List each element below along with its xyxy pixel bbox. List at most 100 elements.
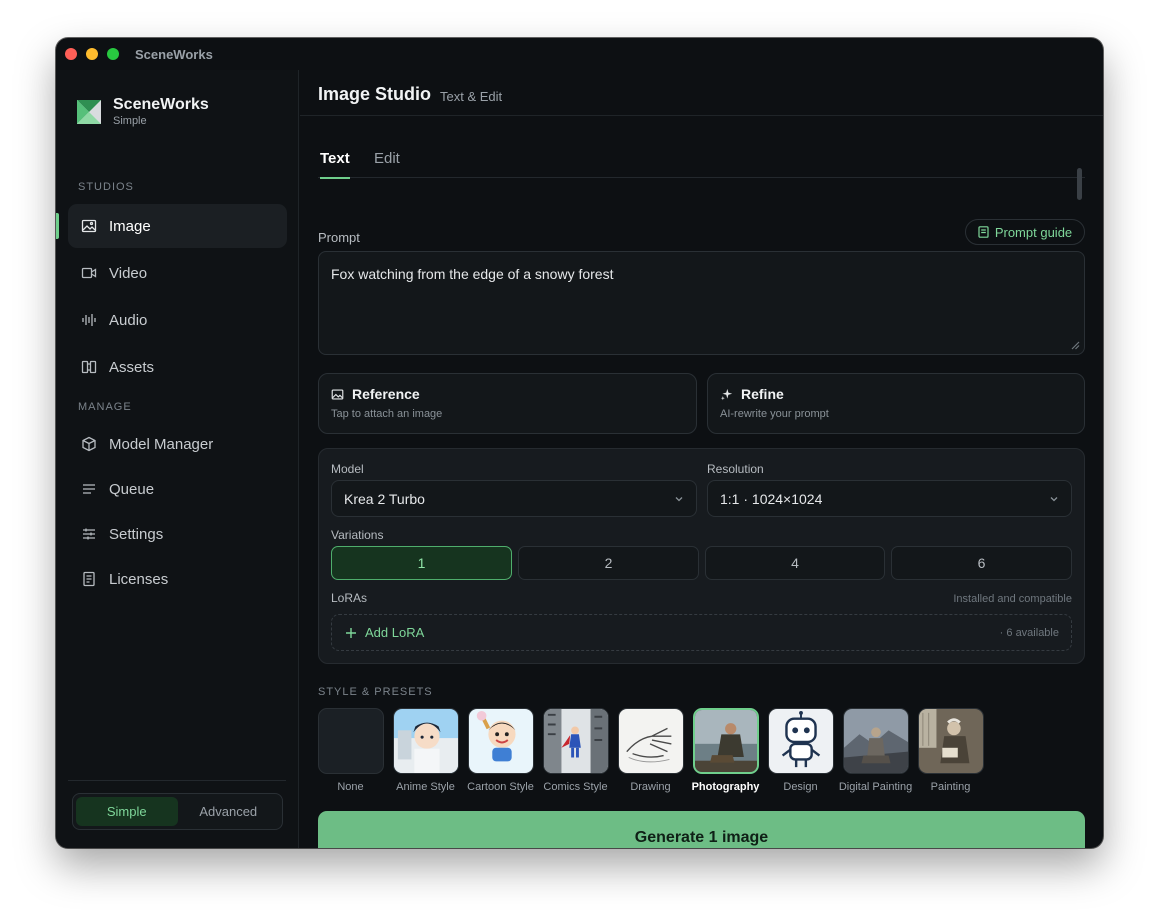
advanced-mode-button[interactable]: Advanced (178, 797, 280, 826)
page-header: Image Studio Text & Edit (300, 70, 1103, 116)
variations-label: Variations (331, 528, 384, 542)
page-title: Image Studio (318, 84, 432, 104)
preset-thumbnail (317, 708, 384, 774)
assets-icon (81, 359, 97, 375)
scrollbar[interactable] (1077, 168, 1082, 200)
preset-design[interactable]: Design (763, 708, 838, 793)
prompt-guide-button[interactable]: Prompt guide (965, 219, 1085, 245)
preset-painting[interactable]: Painting (913, 708, 988, 793)
refine-card[interactable]: Refine AI-rewrite your prompt (707, 373, 1085, 434)
audio-icon (81, 312, 97, 328)
preset-photography[interactable]: Photography (688, 708, 763, 793)
prompt-guide-label: Prompt guide (994, 224, 1073, 240)
sparkle-icon (720, 388, 733, 400)
preset-thumbnail (617, 708, 684, 774)
preset-cartoon-style[interactable]: Cartoon Style (463, 708, 538, 793)
app-window: SceneWorks SceneWorks Simple STUDIOS Ima… (56, 38, 1103, 848)
sidebar-item-label: Queue (109, 480, 155, 498)
zoom-window-button[interactable] (107, 48, 119, 60)
variations-option-1[interactable]: 1 (331, 546, 512, 580)
main-content: Image Studio Text & Edit Text Edit Promp… (300, 70, 1103, 848)
preset-label: None (337, 781, 364, 793)
active-indicator (56, 213, 59, 239)
cube-icon (81, 436, 97, 452)
loras-available-count: · 6 available (999, 627, 1059, 639)
tab-edit[interactable]: Edit (374, 150, 400, 177)
sidebar-item-video[interactable]: Video (68, 251, 287, 295)
sidebar-item-label: Settings (109, 525, 164, 543)
sidebar-item-queue[interactable]: Queue (68, 467, 287, 511)
prompt-label: Prompt (318, 230, 360, 245)
reference-subtitle: Tap to attach an image (331, 408, 443, 420)
sidebar-divider (68, 780, 286, 781)
preset-digital-painting[interactable]: Digital Painting (838, 708, 913, 793)
preset-label: Comics Style (543, 781, 608, 793)
variations-option-6[interactable]: 6 (891, 546, 1072, 580)
loras-hint: Installed and compatible (953, 593, 1072, 605)
prompt-input[interactable]: Fox watching from the edge of a snowy fo… (318, 251, 1085, 355)
preset-thumbnail (917, 708, 984, 774)
window-title: SceneWorks (135, 46, 213, 62)
reference-title: Reference (352, 386, 420, 402)
sidebar-item-settings[interactable]: Settings (68, 512, 287, 556)
loras-label: LoRAs (331, 591, 368, 605)
preset-thumbnail (767, 708, 834, 774)
preset-drawing[interactable]: Drawing (613, 708, 688, 793)
simple-mode-button[interactable]: Simple (76, 797, 178, 826)
plus-icon (346, 627, 356, 638)
sidebar-item-label: Audio (109, 311, 148, 329)
preset-none[interactable]: None (313, 708, 388, 793)
sidebar-item-audio[interactable]: Audio (68, 298, 287, 342)
tab-text[interactable]: Text (320, 150, 350, 179)
book-icon (978, 226, 989, 238)
preset-comics-style[interactable]: Comics Style (538, 708, 613, 793)
sidebar-item-licenses[interactable]: Licenses (68, 557, 287, 601)
sidebar-item-image[interactable]: Image (68, 204, 287, 248)
preset-label: Anime Style (396, 781, 455, 793)
preset-thumbnail (392, 708, 459, 774)
image-icon (81, 218, 97, 234)
resolution-value: 1:1 · 1024×1024 (720, 490, 823, 507)
studios-section-label: STUDIOS (78, 181, 134, 193)
resolution-select[interactable]: 1:1 · 1024×1024 (707, 480, 1072, 517)
chevron-down-icon (675, 497, 683, 502)
generation-settings: Model Resolution Krea 2 Turbo 1:1 · 1024… (318, 448, 1085, 664)
variations-option-4[interactable]: 4 (705, 546, 885, 580)
preset-label: Drawing (630, 781, 671, 793)
sidebar-item-label: Image (109, 217, 151, 235)
preset-label: Design (783, 781, 818, 793)
resize-grip-icon[interactable] (1070, 340, 1080, 350)
sliders-icon (81, 526, 97, 542)
model-select[interactable]: Krea 2 Turbo (331, 480, 697, 517)
image-icon (331, 388, 344, 400)
queue-icon (81, 481, 97, 497)
refine-subtitle: AI-rewrite your prompt (720, 408, 829, 420)
preset-thumbnail (692, 708, 759, 774)
preset-thumbnail (842, 708, 909, 774)
preset-label: Cartoon Style (467, 781, 534, 793)
refine-title: Refine (741, 386, 784, 402)
studio-tabs: Text Edit (318, 142, 1085, 179)
add-lora-button[interactable]: Add LoRA · 6 available (331, 614, 1072, 651)
generate-button[interactable]: Generate 1 image (318, 811, 1085, 848)
sceneworks-logo-icon (77, 99, 101, 124)
title-bar: SceneWorks (56, 38, 1103, 70)
sidebar-item-model-manager[interactable]: Model Manager (68, 422, 287, 466)
reference-card[interactable]: Reference Tap to attach an image (318, 373, 697, 434)
brand-subtitle: Simple (113, 115, 147, 127)
preset-anime-style[interactable]: Anime Style (388, 708, 463, 793)
close-window-button[interactable] (65, 48, 77, 60)
model-label: Model (331, 462, 364, 476)
presets-section-label: STYLE & PRESETS (318, 686, 433, 698)
page-subtitle: Text & Edit (440, 89, 503, 104)
sidebar-item-label: Assets (109, 358, 155, 376)
variations-option-2[interactable]: 2 (518, 546, 699, 580)
preset-label: Photography (691, 781, 760, 793)
minimize-window-button[interactable] (86, 48, 98, 60)
preset-thumbnail (467, 708, 534, 774)
document-icon (81, 571, 97, 587)
brand: SceneWorks Simple (77, 96, 209, 127)
add-lora-label: Add LoRA (365, 625, 425, 640)
prompt-text: Fox watching from the edge of a snowy fo… (331, 266, 614, 282)
sidebar-item-assets[interactable]: Assets (68, 345, 287, 389)
